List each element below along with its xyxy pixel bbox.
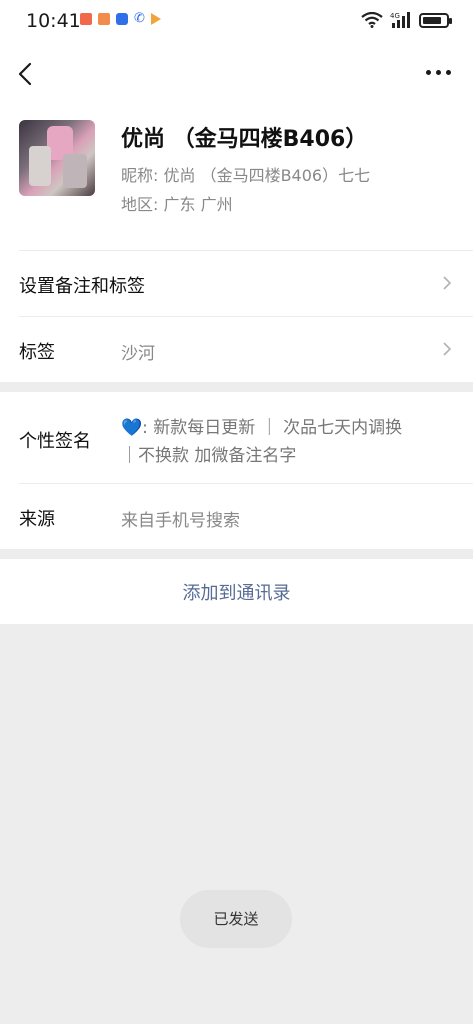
tags-row[interactable]: 标签 沙河 bbox=[0, 316, 473, 382]
add-contact-button[interactable]: 添加到通讯录 bbox=[0, 559, 473, 624]
profile-nickname: 昵称: 优尚 （金马四楼B406）七七 bbox=[121, 166, 371, 185]
profile-name: 优尚 （金马四楼B406） bbox=[121, 127, 368, 152]
profile-region: 地区: 广东 广州 bbox=[121, 195, 233, 214]
play-icon bbox=[150, 13, 161, 25]
chevron-right-icon bbox=[443, 276, 452, 290]
toast-message: 已发送 bbox=[180, 890, 292, 948]
status-bar: 10:41 ✆ 4G bbox=[0, 0, 473, 44]
source-label: 来源 bbox=[19, 509, 55, 530]
notification-icons: ✆ bbox=[80, 11, 161, 26]
remark-label: 设置备注和标签 bbox=[19, 276, 145, 297]
status-time: 10:41 bbox=[26, 10, 81, 32]
tags-label: 标签 bbox=[19, 342, 55, 363]
profile-card: 优尚 （金马四楼B406） 昵称: 优尚 （金马四楼B406）七七 地区: 广东… bbox=[0, 104, 473, 250]
wifi-icon bbox=[361, 12, 383, 28]
chevron-right-icon bbox=[443, 342, 452, 356]
app-blue-icon bbox=[116, 13, 128, 25]
phone-icon: ✆ bbox=[134, 11, 145, 26]
chevron-left-icon[interactable] bbox=[12, 56, 40, 92]
network-label: 4G bbox=[390, 12, 400, 20]
app-red-icon bbox=[80, 13, 92, 25]
app-orange-icon bbox=[98, 13, 110, 25]
battery-icon bbox=[419, 12, 452, 28]
source-row: 来源 来自手机号搜索 bbox=[0, 483, 473, 549]
signature-line-2: ｜不换款 加微备注名字 bbox=[121, 446, 297, 466]
source-value: 来自手机号搜索 bbox=[121, 511, 240, 531]
signature-label: 个性签名 bbox=[19, 431, 91, 452]
signature-row: 个性签名 💙: 新款每日更新 ｜ 次品七天内调换 ｜不换款 加微备注名字 bbox=[0, 392, 473, 483]
system-icons: 4G bbox=[361, 11, 452, 29]
tags-value: 沙河 bbox=[121, 344, 155, 364]
avatar[interactable] bbox=[19, 120, 95, 196]
signature-line-1: 💙: 新款每日更新 ｜ 次品七天内调换 bbox=[121, 418, 403, 438]
signal-icon: 4G bbox=[390, 12, 410, 28]
nav-bar bbox=[0, 44, 473, 104]
more-dots-icon[interactable] bbox=[426, 70, 451, 75]
remark-row[interactable]: 设置备注和标签 bbox=[0, 250, 473, 316]
add-contact-label: 添加到通讯录 bbox=[182, 583, 291, 604]
